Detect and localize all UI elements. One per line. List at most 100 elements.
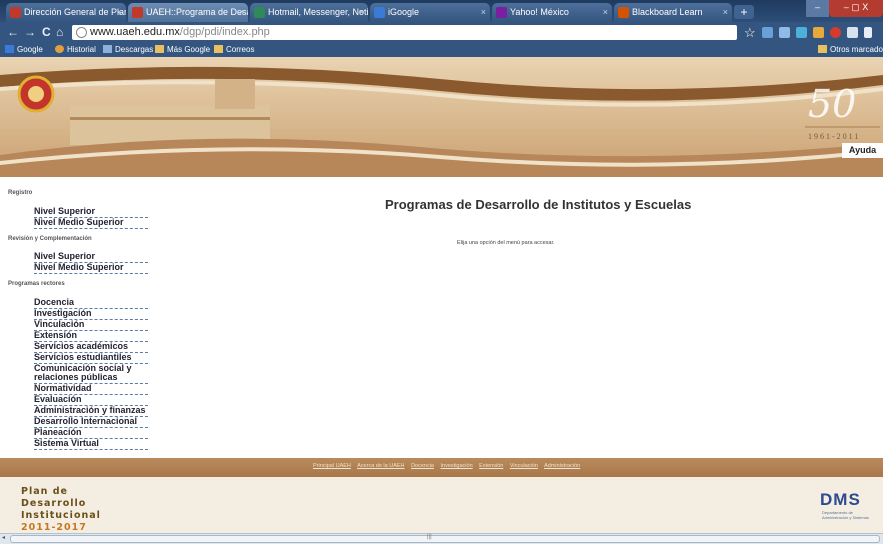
building-illustration	[70, 117, 270, 120]
yahoo-favicon	[496, 7, 507, 18]
other-bookmarks[interactable]: Otros marcadores	[818, 42, 883, 57]
page-title: Programas de Desarrollo de Institutos y …	[385, 197, 692, 212]
bookmark-star-icon[interactable]: ☆	[744, 25, 756, 41]
folder-icon	[818, 45, 827, 53]
plan-line: Plan de	[21, 486, 68, 497]
bookmark-label: Google	[17, 45, 43, 54]
horizontal-scrollbar[interactable]: ◂ |||	[0, 533, 883, 544]
tab-hotmail[interactable]: Hotmail, Messenger, Notic ×	[250, 3, 368, 22]
tab-blackboard[interactable]: Blackboard Learn ×	[614, 3, 732, 22]
download-icon	[103, 45, 112, 53]
uaeh-favicon	[132, 7, 143, 18]
wrench-icon[interactable]	[864, 27, 872, 38]
bookmarks-bar: Google Historial Descargas Más Google Co…	[0, 42, 883, 57]
close-tab-icon[interactable]: ×	[603, 3, 608, 22]
footer-links-bar: Principal UAEH Acerca de la UAEH Docenci…	[0, 458, 883, 477]
close-tab-icon[interactable]: ×	[481, 3, 486, 22]
banner-art: 50 1961-2011	[0, 66, 883, 177]
footer-link-docencia[interactable]: Docencia	[411, 463, 434, 469]
tab-label: UAEH::Programa de Desarr	[146, 7, 248, 17]
site-footer: Plan de Desarrollo Institucional 2011-20…	[0, 477, 883, 533]
url-host: www.uaeh.edu.mx	[90, 26, 180, 38]
page-instructions: Elija una opción del menú para accesar.	[457, 240, 555, 246]
extension-icon[interactable]	[813, 27, 824, 38]
hotmail-favicon	[254, 7, 265, 18]
footer-link-extension[interactable]: Extensión	[479, 463, 503, 469]
link-revision-nivel-medio-superior[interactable]: Nivel Medio Superior	[34, 263, 148, 274]
section-programas-rectores: Programas rectores	[8, 281, 65, 287]
reload-icon[interactable]: C	[42, 26, 51, 38]
plan-line: Desarrollo	[21, 498, 87, 509]
window-controls[interactable]: – ▢ X	[829, 0, 883, 17]
link-registro-nivel-medio-superior[interactable]: Nivel Medio Superior	[34, 218, 148, 229]
page-icon	[76, 27, 87, 38]
footer-links: Principal UAEH Acerca de la UAEH Docenci…	[313, 463, 585, 469]
bookmark-label: Descargas	[115, 45, 154, 54]
bookmark-mas-google[interactable]: Más Google	[155, 42, 210, 57]
scrollbar-thumb[interactable]	[10, 535, 880, 543]
google-favicon	[374, 7, 385, 18]
forward-icon[interactable]: →	[24, 26, 36, 38]
close-tab-icon[interactable]: ×	[117, 3, 122, 22]
folder-icon	[155, 45, 164, 53]
extension-icon[interactable]	[847, 27, 858, 38]
tab-strip: Dirección General de Planea × UAEH::Prog…	[0, 0, 883, 22]
tab-label: Yahoo! México	[510, 7, 569, 17]
uaeh-seal-icon	[28, 86, 44, 102]
bookmark-google[interactable]: Google	[5, 42, 43, 57]
back-icon[interactable]: ←	[7, 26, 19, 38]
tab-igoogle[interactable]: iGoogle ×	[370, 3, 490, 22]
dms-logo-text: DMS	[820, 490, 861, 509]
home-icon[interactable]: ⌂	[56, 26, 63, 38]
close-tab-icon[interactable]: ×	[359, 3, 364, 22]
tab-uaeh-programa[interactable]: UAEH::Programa de Desarr ×	[128, 3, 248, 22]
tab-label: Hotmail, Messenger, Notic	[268, 7, 368, 17]
tab-yahoo[interactable]: Yahoo! México ×	[492, 3, 612, 22]
main-content: Registro Nivel Superior Nivel Medio Supe…	[0, 177, 883, 458]
footer-link-investigacion[interactable]: Investigación	[441, 463, 473, 469]
extension-icon[interactable]	[796, 27, 807, 38]
url-path: /dgp/pdi/index.php	[179, 26, 270, 38]
site-banner: 50 1961-2011	[0, 57, 883, 177]
plan-line: Institucional	[21, 510, 101, 521]
bookmark-historial[interactable]: Historial	[55, 42, 96, 57]
section-registro: Registro	[8, 190, 33, 196]
building-tower	[215, 79, 255, 109]
scrollbar-grip-icon: |||	[427, 534, 432, 540]
extension-icon[interactable]	[830, 27, 841, 38]
plan-desarrollo-logo: Plan de Desarrollo Institucional 2011-20…	[21, 486, 101, 534]
tab-label: Blackboard Learn	[632, 7, 703, 17]
footer-link-principal[interactable]: Principal UAEH	[313, 463, 351, 469]
extension-icon[interactable]	[779, 27, 790, 38]
bookmark-label: Más Google	[167, 45, 211, 54]
footer-link-acerca[interactable]: Acerca de la UAEH	[357, 463, 404, 469]
new-tab-button[interactable]: +	[734, 5, 754, 19]
blackboard-favicon	[618, 7, 629, 18]
help-button[interactable]: Ayuda	[842, 143, 883, 158]
footer-link-administracion[interactable]: Administración	[544, 463, 580, 469]
scroll-left-icon[interactable]: ◂	[2, 534, 5, 541]
uaeh-favicon	[10, 7, 21, 18]
footer-link-vinculacion[interactable]: Vinculación	[510, 463, 538, 469]
link-comunicacion-social[interactable]: Comunicación social y relaciones pública…	[34, 364, 148, 384]
close-tab-icon[interactable]: ×	[239, 3, 244, 22]
section-revision: Revisión y Complementación	[8, 236, 92, 242]
bookmark-label: Otros marcadores	[830, 45, 883, 54]
tab-direccion-general[interactable]: Dirección General de Planea ×	[6, 3, 126, 22]
link-sistema-virtual[interactable]: Sistema Virtual	[34, 439, 148, 450]
browser-toolbar: ← → C ⌂ www.uaeh.edu.mx/dgp/pdi/index.ph…	[0, 22, 883, 42]
bookmark-descargas[interactable]: Descargas	[103, 42, 153, 57]
anniversary-logo: 50	[808, 82, 856, 126]
bookmark-label: Correos	[226, 45, 255, 54]
sidebar-menu: Registro Nivel Superior Nivel Medio Supe…	[8, 190, 153, 450]
browser-chrome: Dirección General de Planea × UAEH::Prog…	[0, 0, 883, 57]
anniversary-years: 1961-2011	[808, 132, 860, 141]
bookmark-correos[interactable]: Correos	[214, 42, 254, 57]
extension-icon[interactable]	[762, 27, 773, 38]
minimize-button[interactable]: –	[806, 0, 829, 17]
dms-logo-subtitle: Departamento de Administración y Sistema…	[822, 510, 869, 520]
close-tab-icon[interactable]: ×	[723, 3, 728, 22]
address-bar[interactable]: www.uaeh.edu.mx/dgp/pdi/index.php	[72, 25, 737, 40]
dms-logo: DMS Departamento de Administración y Sis…	[820, 486, 875, 522]
google-icon	[5, 45, 14, 53]
